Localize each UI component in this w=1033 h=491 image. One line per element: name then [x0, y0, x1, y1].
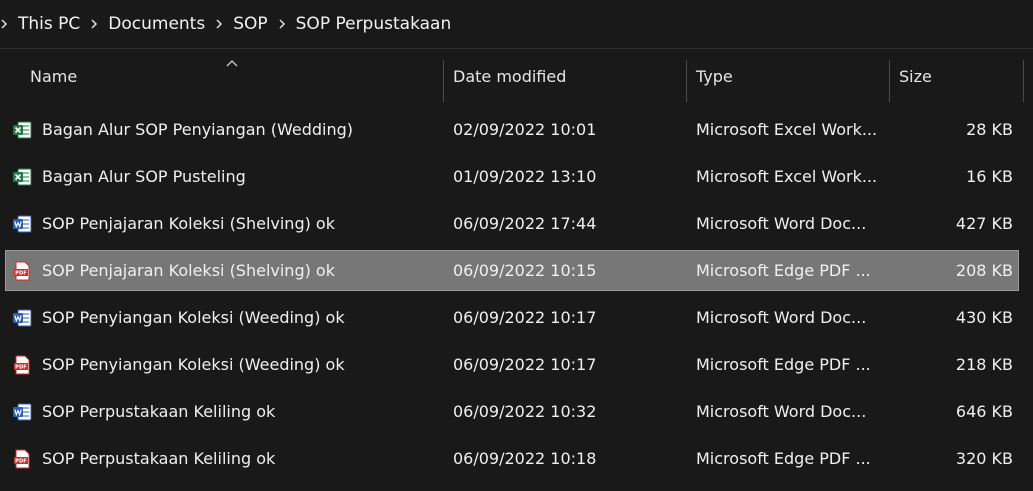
file-date-modified: 06/09/2022 10:18 [453, 449, 597, 468]
file-date-modified: 06/09/2022 10:32 [453, 402, 597, 421]
file-date-modified: 02/09/2022 10:01 [453, 120, 597, 139]
file-size: 646 KB [955, 402, 1013, 421]
file-date-modified: 06/09/2022 10:17 [453, 355, 597, 374]
file-name: SOP Penjajaran Koleksi (Shelving) ok [42, 214, 335, 233]
file-size: 16 KB [966, 167, 1013, 186]
file-size: 208 KB [955, 261, 1013, 280]
pdf-file-icon: PDF [12, 449, 32, 469]
file-name: SOP Perpustakaan Keliling ok [42, 402, 276, 421]
pdf-file-icon: PDF [12, 261, 32, 281]
file-type: Microsoft Excel Work... [696, 167, 878, 186]
file-date-modified: 06/09/2022 10:17 [453, 308, 597, 327]
svg-text:PDF: PDF [15, 365, 27, 371]
file-row[interactable]: PDF SOP Penjajaran Koleksi (Shelving) ok 0… [5, 250, 1019, 291]
column-header-name[interactable]: Name [30, 49, 440, 104]
column-header-row: Name Date modified Type Size [0, 49, 1033, 104]
column-resize-handle[interactable] [686, 60, 687, 102]
file-row[interactable]: SOP Perpustakaan Keliling ok 06/09/2022 1… [6, 392, 1018, 431]
chevron-right-icon[interactable] [278, 19, 286, 29]
file-size: 427 KB [955, 214, 1013, 233]
breadcrumb-this-pc[interactable]: This PC [18, 0, 80, 48]
file-type: Microsoft Edge PDF ... [696, 261, 871, 280]
column-resize-handle[interactable] [889, 60, 890, 102]
file-type: Microsoft Edge PDF ... [696, 449, 871, 468]
file-type: Microsoft Word Doc... [696, 214, 867, 233]
file-name: SOP Penyiangan Koleksi (Weeding) ok [42, 308, 345, 327]
file-size: 28 KB [966, 120, 1013, 139]
file-date-modified: 06/09/2022 17:44 [453, 214, 597, 233]
word-file-icon [12, 308, 32, 328]
column-resize-handle[interactable] [443, 60, 444, 102]
chevron-right-icon[interactable] [215, 19, 223, 29]
file-size: 218 KB [955, 355, 1013, 374]
svg-text:PDF: PDF [15, 459, 27, 465]
excel-file-icon [12, 120, 32, 140]
file-name: SOP Penyiangan Koleksi (Weeding) ok [42, 355, 345, 374]
file-date-modified: 01/09/2022 13:10 [453, 167, 597, 186]
word-file-icon [12, 214, 32, 234]
file-row[interactable]: PDF SOP Perpustakaan Keliling ok 06/09/202… [6, 439, 1018, 478]
column-header-date-modified[interactable]: Date modified [453, 49, 683, 104]
svg-text:PDF: PDF [15, 271, 27, 277]
file-row[interactable]: PDF SOP Penyiangan Koleksi (Weeding) ok 06… [6, 345, 1018, 384]
column-resize-handle[interactable] [1023, 60, 1024, 102]
file-row[interactable]: Bagan Alur SOP Penyiangan (Wedding) 02/09… [6, 110, 1018, 149]
file-name: SOP Perpustakaan Keliling ok [42, 449, 276, 468]
file-type: Microsoft Word Doc... [696, 402, 867, 421]
file-name: SOP Penjajaran Koleksi (Shelving) ok [42, 261, 335, 280]
file-name: Bagan Alur SOP Pusteling [42, 167, 246, 186]
file-type: Microsoft Excel Work... [696, 120, 878, 139]
breadcrumb-documents[interactable]: Documents [108, 0, 205, 48]
breadcrumb-sop-perpustakaan[interactable]: SOP Perpustakaan [296, 0, 452, 48]
file-size: 430 KB [955, 308, 1013, 327]
breadcrumb: This PC Documents SOP SOP Perpustakaan [0, 0, 1033, 49]
file-type: Microsoft Edge PDF ... [696, 355, 871, 374]
file-name: Bagan Alur SOP Penyiangan (Wedding) [42, 120, 354, 139]
file-row[interactable]: SOP Penyiangan Koleksi (Weeding) ok 06/09… [6, 298, 1018, 337]
chevron-right-icon[interactable] [0, 19, 8, 29]
file-size: 320 KB [955, 449, 1013, 468]
column-header-size[interactable]: Size [899, 49, 1019, 104]
breadcrumb-sop[interactable]: SOP [233, 0, 267, 48]
file-row[interactable]: SOP Penjajaran Koleksi (Shelving) ok 06/0… [6, 204, 1018, 243]
chevron-right-icon[interactable] [90, 19, 98, 29]
column-header-type[interactable]: Type [696, 49, 886, 104]
file-date-modified: 06/09/2022 10:15 [453, 261, 597, 280]
word-file-icon [12, 402, 32, 422]
pdf-file-icon: PDF [12, 355, 32, 375]
file-explorer-window: This PC Documents SOP SOP Perpustakaan N… [0, 0, 1033, 491]
excel-file-icon [12, 167, 32, 187]
file-type: Microsoft Word Doc... [696, 308, 867, 327]
file-row[interactable]: Bagan Alur SOP Pusteling 01/09/2022 13:10… [6, 157, 1018, 196]
